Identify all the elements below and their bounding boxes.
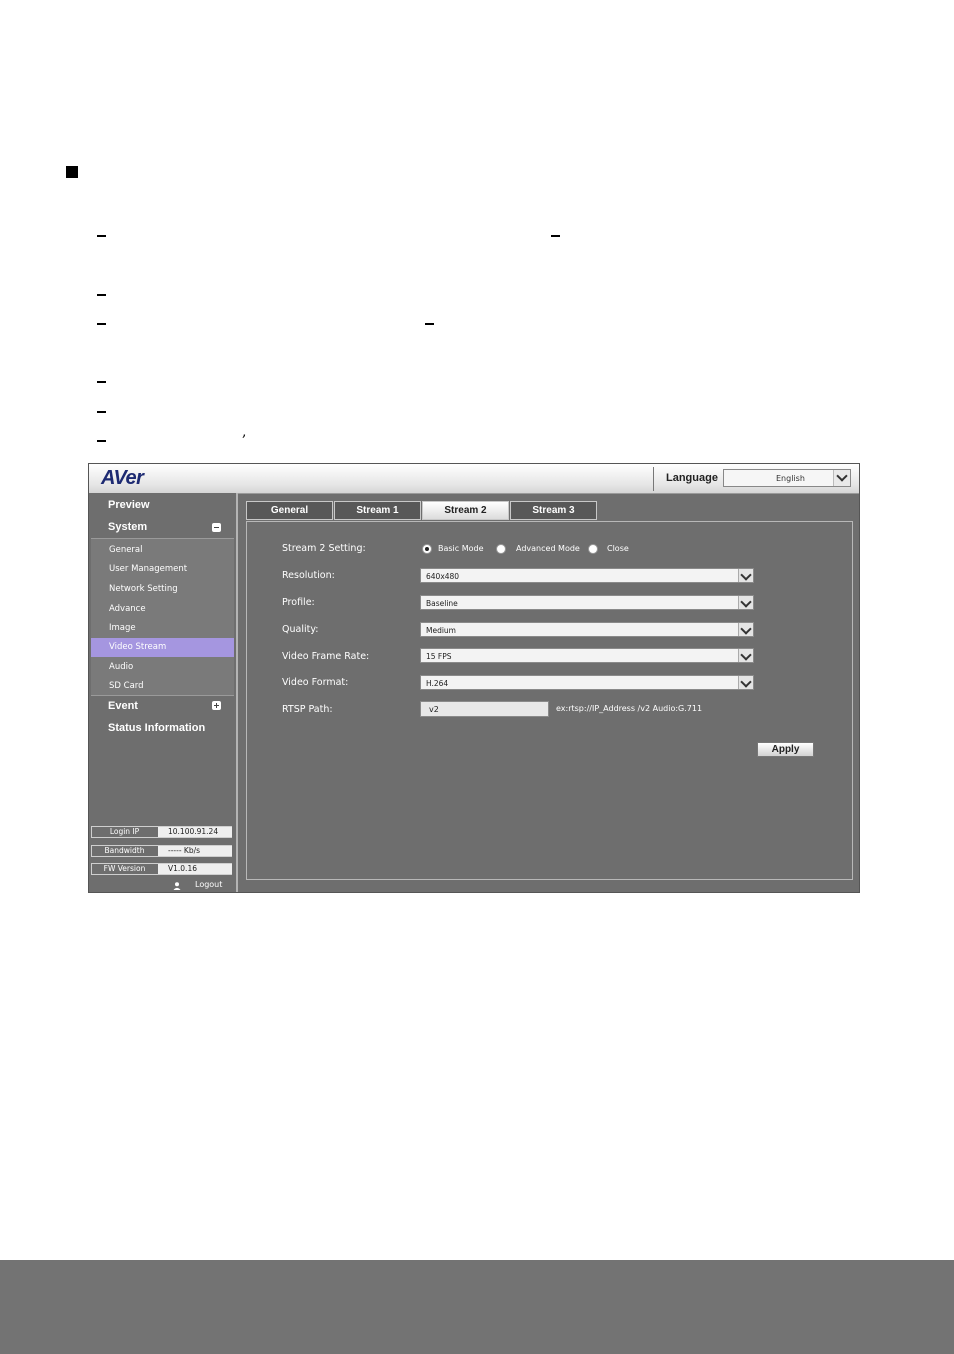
frame-rate-select[interactable]: 15 FPS (420, 648, 754, 663)
fw-version-value: V1.0.16 (158, 864, 232, 874)
video-format-select[interactable]: H.264 (420, 675, 754, 690)
aver-logo: AVer (101, 467, 144, 489)
dash-mark (97, 323, 106, 325)
dash-mark (97, 440, 106, 442)
login-ip-value: 10.100.91.24 (158, 827, 232, 837)
camera-web-ui: AVer Language English Preview System Gen… (88, 463, 860, 893)
dash-mark (97, 235, 106, 237)
rtsp-path-value: v2 (429, 705, 439, 714)
stream-setting-label: Stream 2 Setting: (282, 543, 366, 554)
dash-mark (97, 411, 106, 413)
rtsp-path-label: RTSP Path: (282, 704, 333, 715)
top-bar: AVer Language English (89, 464, 859, 494)
dash-mark (551, 235, 560, 237)
dash-mark (97, 381, 106, 383)
language-label: Language (666, 472, 718, 484)
sidebar-item-user-management[interactable]: User Management (91, 560, 234, 579)
resolution-value: 640x480 (426, 572, 460, 581)
quality-label: Quality: (282, 624, 319, 635)
close-radio[interactable] (588, 544, 598, 554)
nav-status-information[interactable]: Status Information (108, 722, 205, 734)
quality-value: Medium (426, 626, 456, 635)
nav-system[interactable]: System (108, 521, 147, 533)
chevron-down-icon[interactable] (833, 470, 850, 486)
sidebar-item-sd-card[interactable]: SD Card (91, 677, 234, 696)
frame-rate-value: 15 FPS (426, 652, 452, 661)
video-format-label: Video Format: (282, 677, 349, 688)
nav-preview[interactable]: Preview (108, 499, 150, 511)
chevron-down-icon[interactable] (738, 649, 753, 662)
system-submenu: General User Management Network Setting … (91, 538, 234, 696)
sidebar-item-audio[interactable]: Audio (91, 658, 234, 677)
sidebar-item-image[interactable]: Image (91, 619, 234, 638)
bandwidth-value: ----- Kb/s (158, 846, 232, 856)
login-ip-info: Login IP 10.100.91.24 (91, 826, 232, 838)
profile-value: Baseline (426, 599, 458, 608)
tab-general[interactable]: General (246, 501, 333, 520)
resolution-select[interactable]: 640x480 (420, 568, 754, 583)
close-label: Close (607, 544, 629, 553)
footer-band (0, 1260, 954, 1354)
tab-stream-1[interactable]: Stream 1 (334, 501, 421, 520)
nav-event[interactable]: Event (108, 700, 138, 712)
language-select[interactable]: English (723, 469, 851, 487)
tab-stream-2[interactable]: Stream 2 (422, 501, 509, 520)
sidebar-item-advance[interactable]: Advance (91, 600, 234, 619)
advanced-mode-label: Advanced Mode (516, 544, 580, 553)
basic-mode-label: Basic Mode (438, 544, 484, 553)
login-ip-label: Login IP (92, 827, 157, 837)
chevron-down-icon[interactable] (738, 676, 753, 689)
user-icon (173, 882, 181, 890)
chevron-down-icon[interactable] (738, 596, 753, 609)
resolution-label: Resolution: (282, 570, 335, 581)
rtsp-path-input[interactable]: v2 (420, 701, 549, 717)
sidebar-item-video-stream[interactable]: Video Stream (91, 638, 234, 657)
language-divider (653, 467, 654, 491)
rtsp-hint: ex:rtsp://IP_Address /v2 Audio:G.711 (556, 704, 703, 713)
language-value: English (776, 474, 805, 483)
logout-link[interactable]: Logout (195, 880, 222, 889)
apply-button[interactable]: Apply (757, 742, 814, 757)
comma-mark: , (242, 424, 247, 440)
dash-mark (97, 294, 106, 296)
chevron-down-icon[interactable] (738, 623, 753, 636)
tab-stream-3[interactable]: Stream 3 (510, 501, 597, 520)
video-format-value: H.264 (426, 679, 449, 688)
bandwidth-info: Bandwidth ----- Kb/s (91, 845, 232, 857)
basic-mode-radio[interactable] (422, 544, 432, 554)
fw-version-label: FW Version (92, 864, 157, 874)
section-bullet (66, 166, 78, 178)
quality-select[interactable]: Medium (420, 622, 754, 637)
profile-select[interactable]: Baseline (420, 595, 754, 610)
advanced-mode-radio[interactable] (496, 544, 506, 554)
sidebar: Preview System General User Management N… (89, 493, 238, 892)
sidebar-item-network-setting[interactable]: Network Setting (91, 580, 234, 599)
bandwidth-label: Bandwidth (92, 846, 157, 856)
frame-rate-label: Video Frame Rate: (282, 651, 370, 662)
chevron-down-icon[interactable] (738, 569, 753, 582)
dash-mark (425, 323, 434, 325)
profile-label: Profile: (282, 597, 315, 608)
fw-version-info: FW Version V1.0.16 (91, 863, 232, 875)
collapse-icon[interactable] (212, 523, 221, 532)
sidebar-item-general[interactable]: General (91, 541, 234, 560)
expand-icon[interactable] (212, 701, 221, 710)
